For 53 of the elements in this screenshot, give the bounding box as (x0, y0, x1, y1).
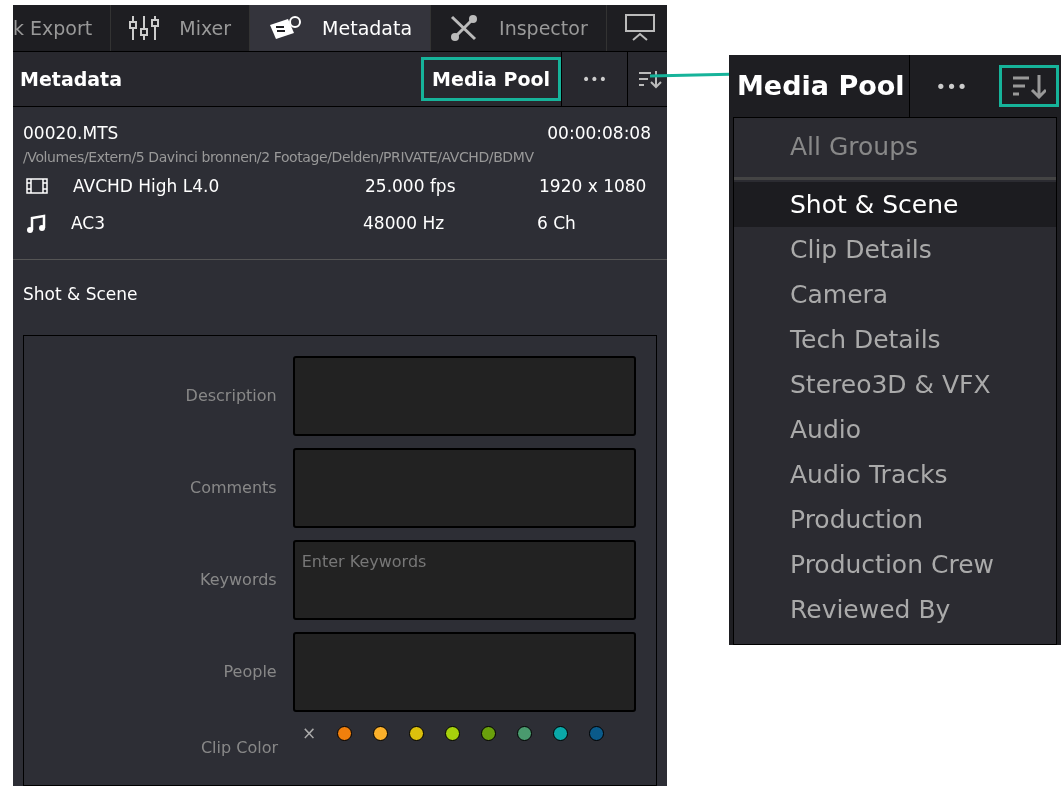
text-field[interactable]: Enter Keywords (292, 540, 636, 620)
tab[interactable]: Inspector (431, 5, 607, 51)
color-swatch[interactable] (337, 725, 353, 741)
tag-icon (268, 15, 303, 41)
menu-item[interactable]: Audio (734, 407, 1056, 452)
color-swatch[interactable] (553, 725, 569, 741)
color-swatch[interactable] (589, 725, 605, 741)
tools-icon (449, 14, 480, 42)
clip-name: 00020.MTS (23, 122, 119, 145)
text-field[interactable] (292, 356, 636, 436)
text-field[interactable] (292, 632, 636, 712)
sort-icon[interactable] (999, 65, 1059, 107)
menu-item[interactable]: Production Crew (734, 542, 1056, 587)
color-swatch[interactable] (517, 725, 533, 741)
color-swatch[interactable] (445, 725, 461, 741)
menu-item[interactable]: Stereo3D & VFX (734, 362, 1056, 407)
clip-path: /Volumes/Extern/5 Davinci bronnen/2 Footage/Delden/PRIVATE/AVCHD/BDMV (23, 147, 535, 167)
color-swatch[interactable] (409, 725, 425, 741)
monitor-icon (624, 14, 655, 42)
film-icon (26, 178, 48, 195)
field-label: Comments (188, 477, 278, 499)
menu-item[interactable]: Reviewed By (734, 587, 1056, 632)
color-swatch[interactable] (481, 725, 497, 741)
stream-format: 1920 x 1080 (539, 174, 647, 198)
music-note-icon (26, 213, 46, 234)
media-pool-button[interactable]: Media Pool (421, 57, 561, 101)
tab[interactable]: k Export (13, 5, 112, 51)
menu-item[interactable]: Production (734, 497, 1056, 542)
tab[interactable]: Metadata (250, 5, 432, 51)
field-label: Keywords (199, 569, 278, 591)
menu-item[interactable]: Shot & Scene (734, 182, 1056, 227)
menu-item[interactable]: Camera (734, 272, 1056, 317)
panel-title: Metadata (19, 66, 124, 92)
stream-format: 6 Ch (537, 212, 576, 235)
clip-duration: 00:00:08:08 (547, 122, 652, 145)
stream-rate: 48000 Hz (363, 212, 446, 235)
clear-color-button[interactable]: × (302, 724, 317, 742)
menu-item[interactable]: Clip Details (734, 227, 1056, 272)
media-pool-button[interactable]: Media Pool (729, 65, 909, 107)
field-label: Clip Color (199, 737, 279, 759)
section-title: Shot & Scene (22, 282, 139, 306)
field-label: People (222, 661, 278, 683)
menu-item[interactable]: All Groups (734, 124, 1056, 169)
stream-rate: 25.000 fps (365, 174, 457, 198)
field-label: Description (184, 385, 278, 407)
mixer-icon (129, 16, 160, 40)
menu-item[interactable]: Audio Tracks (734, 452, 1056, 497)
stream-codec: AC3 (71, 212, 107, 235)
menu-item[interactable]: Tech Details (734, 317, 1056, 362)
stream-codec: AVCHD High L4.0 (73, 174, 221, 198)
text-field[interactable] (292, 448, 636, 528)
more-button[interactable]: ••• (561, 52, 627, 106)
color-swatch[interactable] (373, 725, 389, 741)
